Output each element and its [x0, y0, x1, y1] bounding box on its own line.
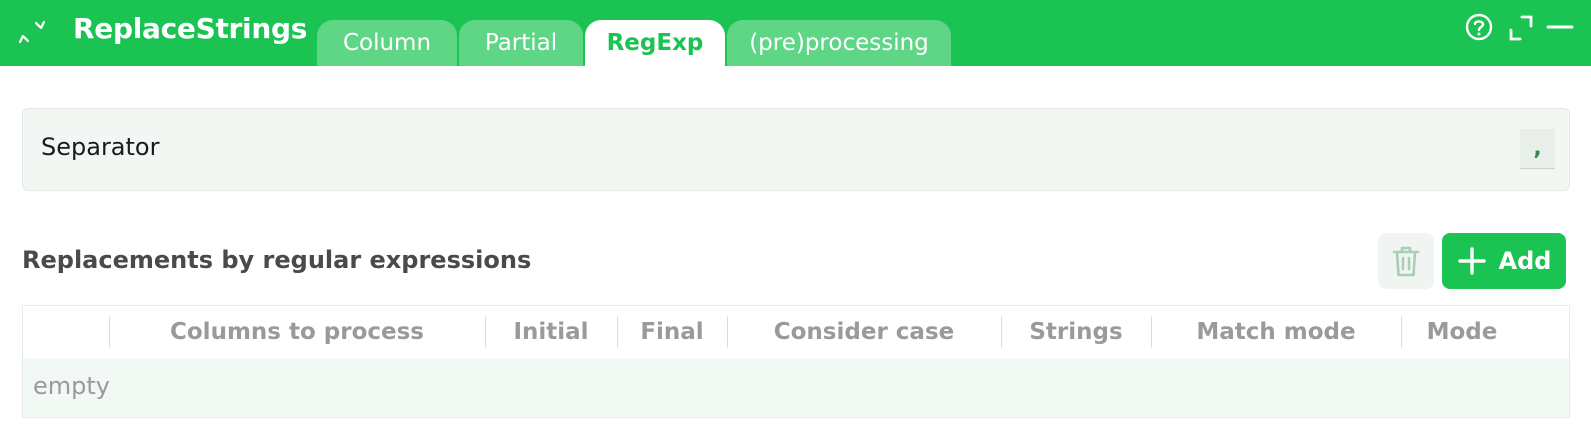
help-icon[interactable] [1462, 10, 1496, 44]
separator-panel: Separator , [22, 108, 1570, 191]
trash-icon [1392, 246, 1420, 277]
app-header: ReplaceStrings Column Partial RegExp (pr… [0, 0, 1591, 66]
tab-regexp[interactable]: RegExp [585, 20, 725, 66]
column-header-final[interactable]: Final [617, 306, 727, 358]
delete-button[interactable] [1378, 233, 1434, 289]
tab-preprocessing[interactable]: (pre)processing [727, 20, 951, 66]
column-header-select[interactable] [23, 306, 109, 358]
plus-icon [1457, 247, 1486, 275]
replacements-title: Replacements by regular expressions [22, 246, 532, 274]
column-header-initial[interactable]: Initial [485, 306, 617, 358]
separator-input[interactable]: , [1520, 129, 1555, 169]
column-header-mode[interactable]: Mode [1401, 306, 1523, 358]
add-label: Add [1498, 247, 1552, 275]
column-header-strings[interactable]: Strings [1001, 306, 1151, 358]
table-header: Columns to process Initial Final Conside… [23, 306, 1569, 358]
table-body: empty [23, 358, 1569, 417]
app-title: ReplaceStrings [73, 12, 308, 45]
separator-label: Separator [41, 133, 160, 161]
column-header-columns-to-process[interactable]: Columns to process [109, 306, 485, 358]
minimize-icon[interactable] [1543, 10, 1577, 44]
refresh-arrows-icon[interactable] [16, 16, 48, 48]
empty-placeholder: empty [33, 372, 110, 400]
replacements-table: Columns to process Initial Final Conside… [22, 305, 1570, 418]
column-header-consider-case[interactable]: Consider case [727, 306, 1001, 358]
tab-partial[interactable]: Partial [459, 20, 583, 66]
tab-column[interactable]: Column [317, 20, 457, 66]
add-button[interactable]: Add [1442, 233, 1566, 289]
expand-icon[interactable] [1504, 10, 1538, 44]
column-header-match-mode[interactable]: Match mode [1151, 306, 1401, 358]
